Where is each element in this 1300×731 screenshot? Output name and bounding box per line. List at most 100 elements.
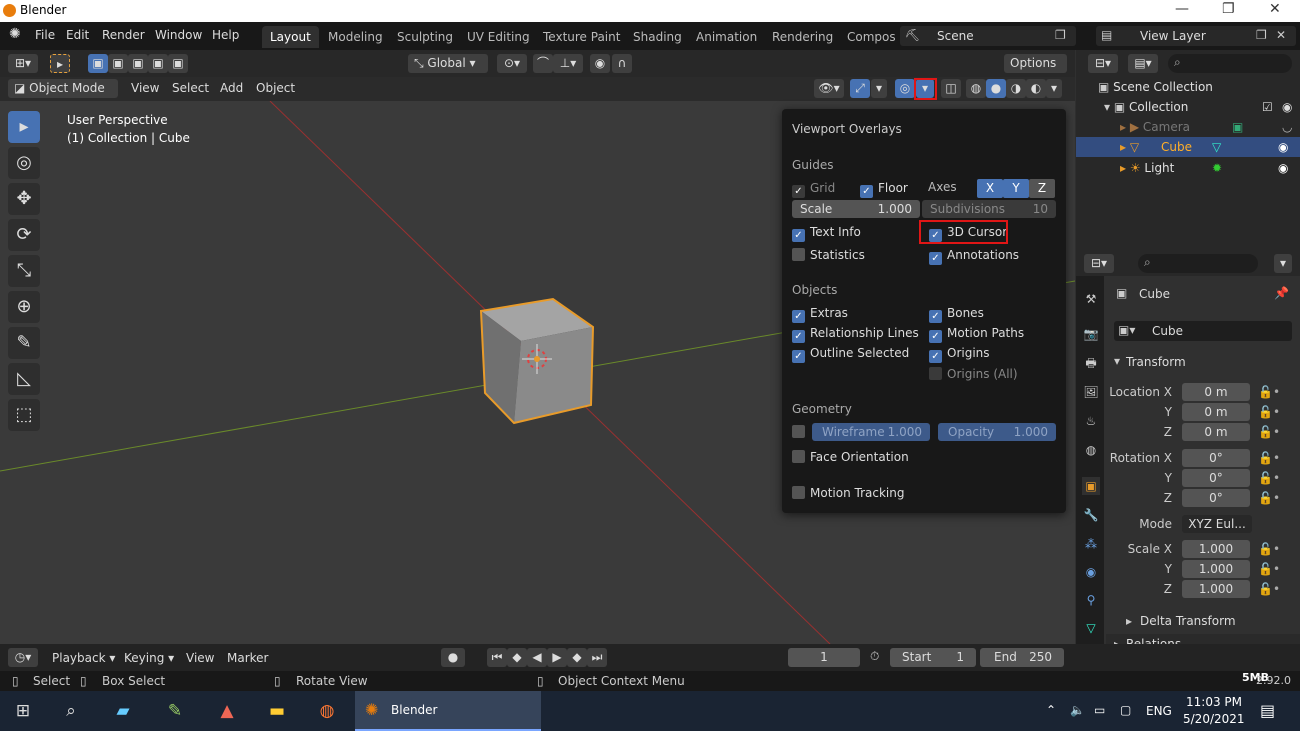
origins-checkbox[interactable]: ✓ Origins (929, 345, 990, 363)
scale-y-field[interactable]: 1.000 (1182, 560, 1250, 578)
lock-icon[interactable]: 🔓• (1258, 385, 1280, 399)
select-tool-icon[interactable]: ▸ (50, 54, 70, 73)
mode-dropdown[interactable]: ◪ Object Mode ▾ (8, 79, 118, 114)
relationship-lines-checkbox[interactable]: ✓ Relationship Lines (792, 325, 919, 343)
motion-paths-checkbox[interactable]: ✓ Motion Paths (929, 325, 1024, 343)
display-mode-icon[interactable]: ▤▾ (1128, 54, 1158, 73)
tool-tab-icon[interactable]: ⚒ (1082, 290, 1100, 308)
properties-options-icon[interactable]: ▾ (1274, 254, 1292, 273)
lock-icon[interactable]: 🔓• (1258, 451, 1280, 465)
viewport-menu-add[interactable]: Add (220, 81, 243, 95)
tray-chevron-icon[interactable]: ⌃ (1046, 703, 1056, 717)
play-icon[interactable]: ▶ (547, 648, 567, 667)
select-mode-extend-icon[interactable]: ▣ (108, 54, 128, 73)
tab-shading[interactable]: Shading (625, 26, 690, 48)
hidden-eye-icon[interactable]: ◡ (1282, 117, 1292, 137)
outliner-editor-icon[interactable]: ⊟▾ (1088, 54, 1118, 73)
action-center-icon[interactable]: ▤ (1260, 701, 1275, 720)
output-tab-icon[interactable]: 🖶 (1082, 354, 1100, 372)
data-tab-icon[interactable]: ▽ (1082, 619, 1100, 637)
select-mode-subtract-icon[interactable]: ▣ (128, 54, 148, 73)
collection-checkbox-icon[interactable]: ☑ (1262, 97, 1273, 117)
eye-icon[interactable]: ◉ (1278, 137, 1288, 157)
select-mode-intersect-icon[interactable]: ▣ (168, 54, 188, 73)
axis-x-toggle[interactable]: X (977, 179, 1003, 198)
app-icon-3[interactable]: ▲ (214, 699, 240, 723)
transform-tool-icon[interactable]: ⊕ (8, 291, 40, 323)
select-mode-new-icon[interactable]: ▣ (88, 54, 108, 73)
network-icon[interactable]: ▭ (1094, 703, 1105, 717)
location-z-field[interactable]: 0 m (1182, 423, 1250, 441)
play-reverse-icon[interactable]: ◀ (527, 648, 547, 667)
visibility-icon[interactable]: 👁▾ (814, 79, 844, 98)
text-info-checkbox[interactable]: ✓ Text Info (792, 224, 861, 242)
statistics-checkbox[interactable]: Statistics (792, 247, 865, 263)
bones-checkbox[interactable]: ✓ Bones (929, 305, 984, 323)
properties-search-input[interactable]: ⌕ (1138, 254, 1258, 273)
rotation-y-field[interactable]: 0° (1182, 469, 1250, 487)
transform-panel-header[interactable]: ▾ Transform (1106, 351, 1300, 373)
timeline-menu-view[interactable]: View (186, 651, 214, 665)
annotate-tool-icon[interactable]: ✎ (8, 327, 40, 359)
proportional-editing-icon[interactable]: ◉ (590, 54, 610, 73)
select-mode-invert-icon[interactable]: ▣ (148, 54, 168, 73)
view-layer-selector[interactable]: ▤ View Layer ❐ ✕ (1096, 26, 1296, 46)
shading-rendered-icon[interactable]: ◐ (1026, 79, 1046, 98)
copy-scene-icon[interactable]: ❐ (1055, 28, 1066, 42)
scene-collection-row[interactable]: ▣ Scene Collection (1098, 77, 1298, 97)
snap-icon[interactable]: ⌒ (533, 54, 553, 73)
close-view-layer-icon[interactable]: ✕ (1276, 28, 1286, 42)
outliner-item-light[interactable]: ▸ ☀ Light ✹ ◉ (1120, 158, 1300, 178)
maximize-icon[interactable]: ❐ (1222, 1, 1235, 17)
wireframe-field[interactable]: Wireframe 1.000 (812, 423, 930, 441)
pin-icon[interactable]: 📌 (1274, 286, 1289, 300)
options-dropdown[interactable]: Options ▾ (1004, 54, 1067, 89)
eye-icon[interactable]: ◉ (1278, 158, 1288, 178)
clock-date[interactable]: 5/20/2021 (1183, 712, 1245, 726)
pivot-point-icon[interactable]: ⊙▾ (497, 54, 527, 73)
end-frame-field[interactable]: End 250 (980, 648, 1064, 667)
measure-tool-icon[interactable]: ◺ (8, 363, 40, 395)
cursor-tool-icon[interactable]: ◎ (8, 147, 40, 179)
lock-icon[interactable]: 🔓• (1258, 491, 1280, 505)
notification-tray-icon[interactable]: ▢ (1120, 703, 1131, 717)
tab-texture-paint[interactable]: Texture Paint (535, 26, 628, 48)
jump-keyframe-back-icon[interactable]: ◆ (507, 648, 527, 667)
menu-help[interactable]: Help (212, 28, 239, 42)
timeline-menu-marker[interactable]: Marker (227, 651, 268, 665)
minimize-icon[interactable]: — (1175, 1, 1189, 17)
move-tool-icon[interactable]: ✥ (8, 183, 40, 215)
gizmo-icon[interactable]: ⤢ (850, 79, 870, 98)
viewport-menu-object[interactable]: Object (256, 81, 295, 95)
jump-start-icon[interactable]: ⏮ (487, 648, 507, 667)
delta-transform-subpanel[interactable]: ▸ Delta Transform (1120, 612, 1290, 630)
jump-keyframe-forward-icon[interactable]: ◆ (567, 648, 587, 667)
floor-checkbox[interactable]: ✓ Floor (860, 180, 908, 198)
language-indicator[interactable]: ENG (1146, 704, 1172, 718)
jump-end-icon[interactable]: ⏭ (587, 648, 607, 667)
gizmo-dropdown-icon[interactable]: ▾ (871, 79, 887, 98)
scene-selector[interactable]: ⛏ Scene ❐ (900, 26, 1076, 46)
timeline-editor-icon[interactable]: ◷▾ (8, 648, 38, 667)
firefox-icon[interactable]: ◍ (314, 699, 340, 723)
outliner-item-cube[interactable]: ▸ ▽ Cube ▽ ◉ (1076, 137, 1300, 157)
tab-rendering[interactable]: Rendering (764, 26, 841, 48)
render-tab-icon[interactable]: 📷 (1082, 325, 1100, 343)
wireframe-checkbox[interactable] (792, 424, 810, 440)
extras-checkbox[interactable]: ✓ Extras (792, 305, 848, 323)
subdivisions-field[interactable]: Subdivisions 10 (922, 200, 1056, 218)
app-icon-1[interactable]: ▰ (110, 699, 136, 723)
clock-time[interactable]: 11:03 PM (1186, 695, 1242, 709)
outliner-search-input[interactable]: ⌕ (1168, 54, 1292, 73)
tab-animation[interactable]: Animation (688, 26, 765, 48)
annotations-checkbox[interactable]: ✓ Annotations (929, 247, 1019, 265)
timeline-menu-keying[interactable]: Keying ▾ (124, 651, 174, 665)
lock-icon[interactable]: 🔓• (1258, 425, 1280, 439)
taskbar-blender[interactable]: ✺ Blender (355, 691, 541, 731)
scale-x-field[interactable]: 1.000 (1182, 540, 1250, 558)
tab-uv-editing[interactable]: UV Editing (459, 26, 538, 48)
stopwatch-icon[interactable]: ⏱ (870, 649, 879, 664)
blender-menu-icon[interactable]: ✺ (9, 26, 21, 42)
rotate-tool-icon[interactable]: ⟳ (8, 219, 40, 251)
snap-target-icon[interactable]: ⊥▾ (553, 54, 583, 73)
